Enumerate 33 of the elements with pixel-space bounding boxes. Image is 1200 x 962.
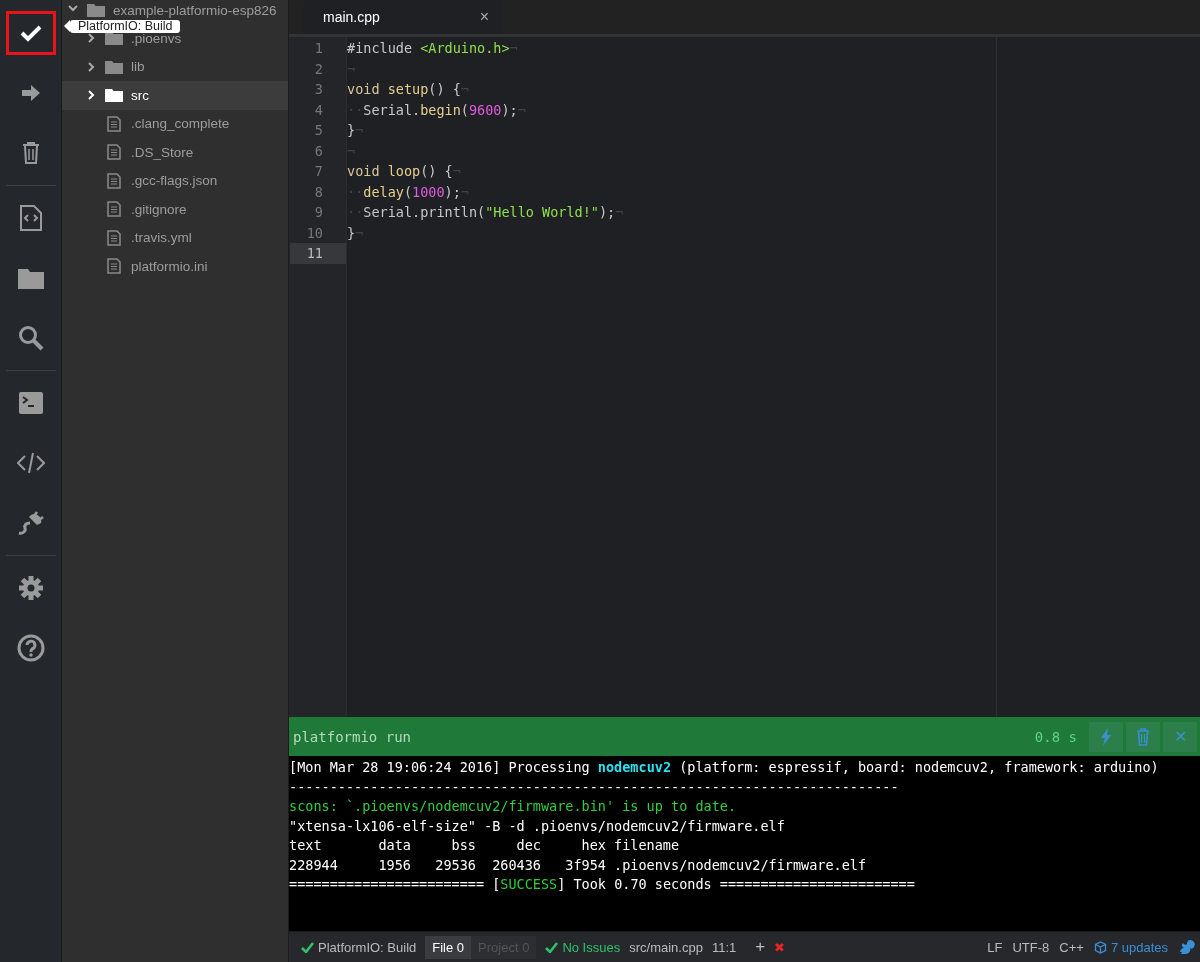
line-number: 8 <box>313 182 324 202</box>
terminal-line: 228944 1956 29536 260436 3f954 .pioenvs/nodemcuv2/firmware.elf <box>289 855 867 875</box>
line-number: 6 <box>313 141 324 161</box>
terminal-title: platformio run <box>293 728 412 745</box>
line-number: 11 <box>290 243 346 264</box>
folder-name: example-platformio-esp826 <box>113 3 277 18</box>
line-number: 7 <box>313 162 324 181</box>
code-line: }¬ <box>347 224 364 241</box>
terminal-line: ======================== [SUCCESS] Took 0.70 seconds ======================== <box>289 875 915 894</box>
line-number: 1 <box>313 39 324 58</box>
terminal-line: [Mon Mar 28 19:06:24 2016] Processing nodemcuv2 (platform: espressif, board: nodemcuv2, framework: arduino) <box>289 758 1159 777</box>
status-text: 11:1 <box>711 939 737 955</box>
code-line: ¬ <box>347 60 356 77</box>
line-number: 3 <box>313 80 324 99</box>
code-line: void setup() {¬ <box>347 81 469 97</box>
status-text: src/main.cpp <box>629 939 703 955</box>
code-line: ¬ <box>347 142 356 159</box>
line-number: 5 <box>313 121 324 140</box>
terminal-line: --------------------------------------------------------------------------- <box>289 777 899 797</box>
code-line: ··delay(1000);¬ <box>347 183 469 200</box>
line-number: 10 <box>305 223 324 243</box>
terminal-line: scons: `.pioenvs/nodemcuv2/firmware.bin' is up to date. <box>289 797 737 816</box>
code-line: ··Serial.begin(9600);¬ <box>347 101 526 118</box>
line-number: 9 <box>313 203 324 222</box>
line-number: 4 <box>313 100 324 120</box>
terminal-line: text data bss dec hex filename <box>289 836 680 855</box>
line-number: 2 <box>313 59 324 79</box>
code-line: #include <Arduino.h>¬ <box>347 40 518 56</box>
code-line: void loop() {¬ <box>347 163 461 179</box>
elapsed-time: 0.8 s <box>1034 728 1077 745</box>
code-line: ··Serial.println("Hello World!");¬ <box>347 204 624 220</box>
terminal-line: "xtensa-lx106-elf-size" -B -d .pioenvs/nodemcuv2/firmware.elf <box>289 816 785 836</box>
code-line: }¬ <box>347 122 364 138</box>
